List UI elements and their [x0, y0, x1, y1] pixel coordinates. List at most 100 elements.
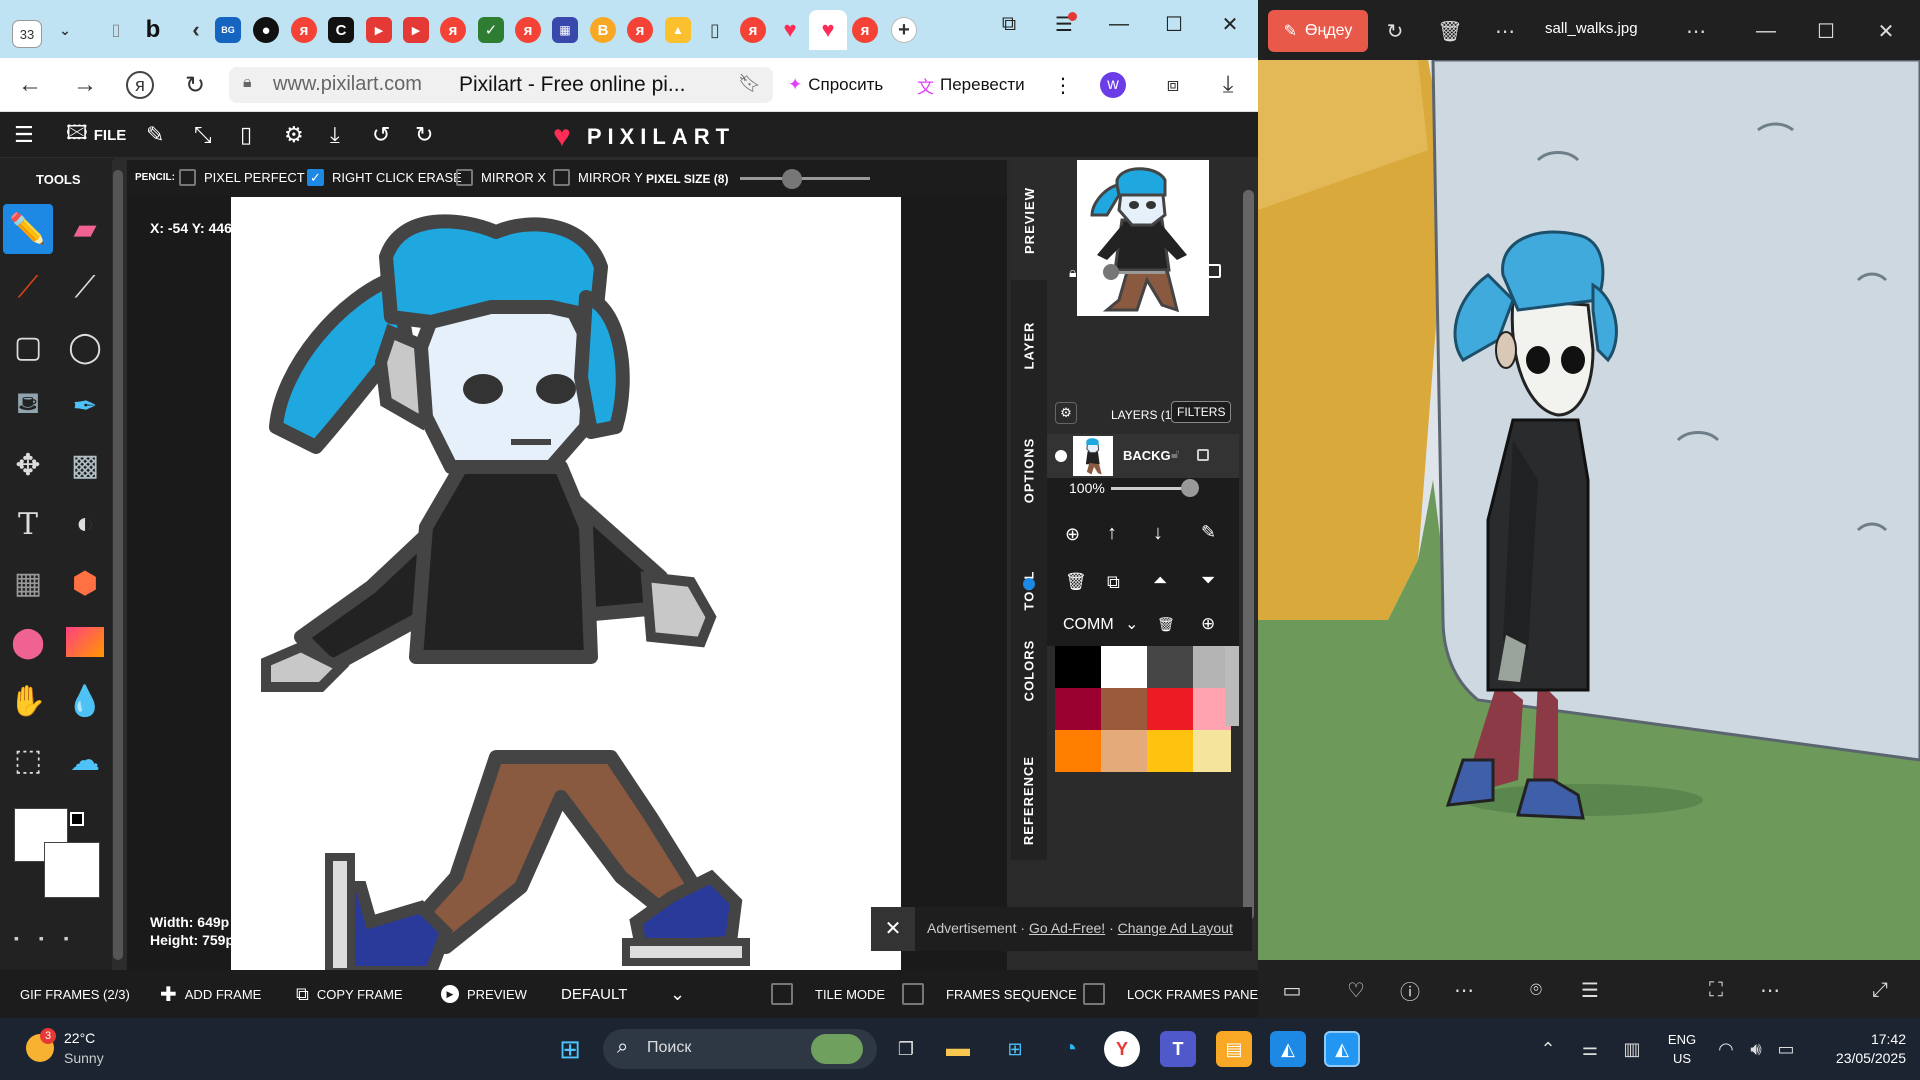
rectangle-tool[interactable]: ▢: [3, 322, 53, 372]
yandex-browser-icon[interactable]: Y: [1104, 1031, 1140, 1067]
forward-icon[interactable]: →: [67, 68, 103, 102]
tab-icon-youtube[interactable]: ▶: [366, 17, 392, 43]
swap-colors-icon[interactable]: [70, 812, 84, 826]
tab-pixilart-active[interactable]: ♥: [809, 10, 847, 50]
pencil-tool[interactable]: ✏️: [3, 204, 53, 254]
visual-search-icon[interactable]: ⌾: [1516, 969, 1556, 1011]
tab-icon-yandex[interactable]: я: [515, 17, 541, 43]
teams-icon[interactable]: T: [1160, 1031, 1196, 1067]
mirror-x-checkbox[interactable]: [456, 169, 473, 186]
photo-viewer[interactable]: [1258, 60, 1920, 960]
copy-frame-button[interactable]: ⧉ COPY FRAME: [296, 970, 403, 1018]
fit-icon[interactable]: ⛶: [1696, 969, 1736, 1011]
stamp-tool[interactable]: ⬢: [60, 558, 110, 608]
color-picker-tool[interactable]: ✒: [60, 381, 110, 431]
delete-layer-icon[interactable]: 🗑︎: [1065, 572, 1087, 592]
color-swatch[interactable]: [1101, 646, 1147, 688]
merge-up-icon[interactable]: ⏶: [1153, 570, 1167, 591]
resize-icon[interactable]: ⤡: [194, 120, 212, 150]
bookmarks-icon[interactable]: ⧉: [981, 0, 1037, 48]
pixilart-logo[interactable]: ♥ PIXILART: [553, 120, 735, 154]
right-panel-scrollbar[interactable]: [1239, 160, 1258, 960]
more-icon[interactable]: ⋯: [1676, 10, 1716, 52]
color-swatch[interactable]: [1055, 646, 1101, 688]
add-frame-button[interactable]: ✚ ADD FRAME: [160, 970, 261, 1018]
right-click-erase-checkbox[interactable]: ✓: [307, 169, 324, 186]
file-explorer-icon[interactable]: ▬: [940, 1031, 976, 1067]
extension-icon[interactable]: w: [1100, 72, 1126, 98]
opacity-slider[interactable]: [1111, 487, 1187, 490]
tray-app-icon[interactable]: ▥: [1614, 1031, 1650, 1067]
favorite-icon[interactable]: ♡: [1336, 969, 1376, 1011]
bookmark-icon[interactable]: 🔖︎: [738, 73, 761, 94]
mirror-x-option[interactable]: MIRROR X: [456, 169, 546, 186]
tab-icon-c[interactable]: C: [328, 17, 354, 43]
hamburger-icon[interactable]: ☰: [14, 120, 34, 150]
menu-icon[interactable]: ☰: [1036, 0, 1092, 48]
layer-visibility-icon[interactable]: [1055, 450, 1067, 462]
start-icon[interactable]: ⊞: [552, 1031, 588, 1067]
color-swatch[interactable]: [1101, 730, 1147, 772]
lock-frames-option[interactable]: LOCK FRAMES PANEL: [1083, 970, 1258, 1018]
store-icon[interactable]: ⊞: [997, 1031, 1033, 1067]
mirror-y-checkbox[interactable]: [553, 169, 570, 186]
tab-icon-doc[interactable]: ▯: [702, 17, 728, 43]
ad-close-icon[interactable]: ✕: [871, 907, 915, 951]
color-swatch[interactable]: [1147, 688, 1193, 730]
tab-icon-yandex[interactable]: я: [291, 17, 317, 43]
search-box[interactable]: ⌕ Поиск: [603, 1029, 877, 1069]
pixel-size-slider-thumb[interactable]: [782, 169, 802, 189]
weather-widget[interactable]: 3 22°C Sunny: [26, 1028, 146, 1070]
preview-button[interactable]: ▶ PREVIEW: [441, 970, 527, 1018]
layer-lock-icon[interactable]: 🔓︎: [1171, 446, 1179, 462]
select-tool[interactable]: ▩: [60, 440, 110, 490]
tab-icon-yandex[interactable]: я: [440, 17, 466, 43]
edit-layer-icon[interactable]: ✎: [1201, 522, 1216, 543]
tray-settings-icon[interactable]: ⚌: [1572, 1031, 1608, 1067]
eyedropper-icon[interactable]: ✎: [146, 120, 164, 150]
layer-settings-icon[interactable]: ⚙: [1055, 402, 1077, 424]
hand-tool[interactable]: ✋: [3, 676, 53, 726]
translate-page-icon[interactable]: ⧈: [1155, 68, 1191, 102]
tab-icon-doc[interactable]: ▯: [103, 17, 129, 43]
drawing-canvas[interactable]: [231, 197, 901, 972]
blur-tool[interactable]: 💧: [60, 676, 110, 726]
minimize-icon[interactable]: —: [1091, 0, 1147, 48]
photos-active-icon[interactable]: ◭: [1324, 1031, 1360, 1067]
more-tools-icon[interactable]: ▪ ▪ ▪: [14, 930, 77, 946]
back-icon[interactable]: ←: [12, 68, 48, 102]
tab-icon-heart[interactable]: ♥: [777, 17, 803, 43]
frames-sequence-option[interactable]: FRAMES SEQUENCE: [902, 970, 1077, 1018]
tile-mode-option[interactable]: TILE MODE: [771, 970, 885, 1018]
tabs-menu-icon[interactable]: ⌄: [52, 17, 78, 43]
smudge-tool[interactable]: ☁: [60, 735, 110, 785]
duplicate-layer-icon[interactable]: ⧉: [1107, 572, 1120, 593]
selection-rect-tool[interactable]: ⬚: [3, 735, 53, 785]
undo-icon[interactable]: ↺: [372, 120, 390, 150]
color-swatch[interactable]: [1193, 730, 1231, 772]
move-layer-down-icon[interactable]: ↓: [1153, 522, 1163, 545]
right-click-erase-option[interactable]: ✓ RIGHT CLICK ERASE: [307, 169, 462, 186]
tab-icon-yandex[interactable]: я: [740, 17, 766, 43]
save-icon[interactable]: ⤓: [330, 120, 340, 150]
move-layer-up-icon[interactable]: ↑: [1107, 522, 1117, 545]
opacity-slider-thumb[interactable]: [1181, 479, 1199, 497]
tab-icon-back[interactable]: ‹: [183, 17, 209, 43]
default-dropdown-icon[interactable]: ⌄: [670, 970, 685, 1018]
delete-palette-icon[interactable]: 🗑︎: [1157, 616, 1175, 633]
eraser-tool[interactable]: ▰: [60, 204, 110, 254]
minimize-icon[interactable]: —: [1746, 10, 1786, 52]
zoom-out-icon[interactable]: ⊖: [1179, 290, 1196, 315]
redo-icon[interactable]: ↻: [415, 120, 433, 150]
add-layer-icon[interactable]: ⊕: [1065, 524, 1080, 545]
preview-slider-thumb[interactable]: [1103, 264, 1119, 280]
fill-bucket-tool[interactable]: ⛾: [3, 381, 53, 431]
file-menu[interactable]: 🖾︎ FILE: [66, 120, 126, 150]
info-icon[interactable]: ⓘ: [1390, 969, 1430, 1011]
edge-icon[interactable]: ◔: [1052, 1031, 1088, 1067]
rotate-icon[interactable]: ↻: [1375, 10, 1415, 52]
tab-reference[interactable]: REFERENCE: [1011, 740, 1047, 860]
circle-tool[interactable]: ◯: [60, 322, 110, 372]
color-swatch[interactable]: [1147, 646, 1193, 688]
tab-layer[interactable]: LAYER: [1011, 290, 1047, 400]
